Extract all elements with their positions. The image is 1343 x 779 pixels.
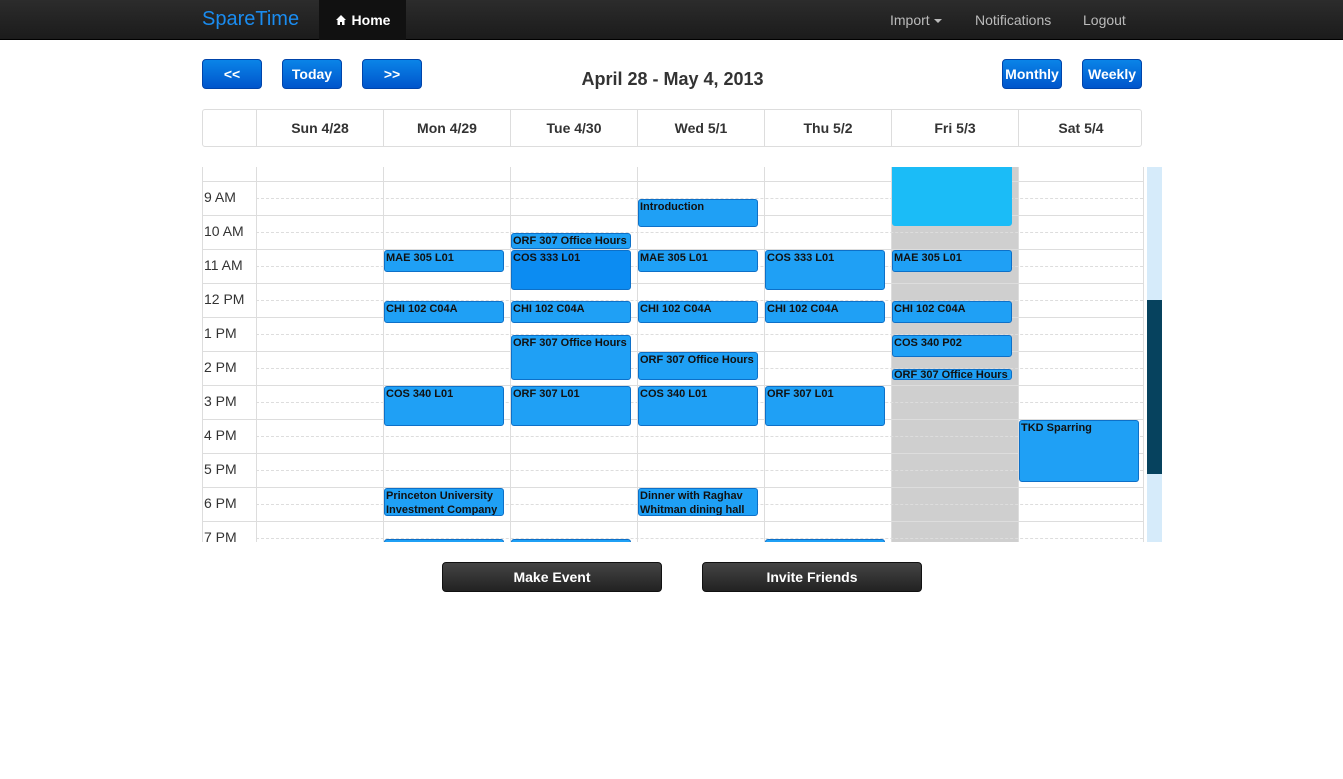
prev-week-button[interactable]: <<: [202, 59, 262, 89]
day-header-sat: Sat 5/4: [1018, 110, 1143, 146]
day-header-wed: Wed 5/1: [637, 110, 764, 146]
day-header-mon: Mon 4/29: [383, 110, 510, 146]
calendar-event[interactable]: MAE 305 L01: [892, 250, 1012, 272]
time-label: 2 PM: [204, 359, 237, 375]
next-week-button[interactable]: >>: [362, 59, 422, 89]
time-label: 11 AM: [204, 257, 243, 273]
time-label: 12 PM: [204, 291, 245, 307]
time-label: 4 PM: [204, 427, 237, 443]
logout-link[interactable]: Logout: [1083, 0, 1126, 40]
calendar-event[interactable]: COS 340 L01: [384, 386, 504, 426]
time-label: 9 AM: [204, 189, 236, 205]
import-label: Import: [890, 12, 930, 28]
day-header-thu: Thu 5/2: [764, 110, 891, 146]
calendar-event[interactable]: CHI 102 C04A: [638, 301, 758, 323]
hour-line: [203, 453, 1143, 454]
calendar-event[interactable]: [892, 167, 1012, 226]
calendar-scrollbar-thumb[interactable]: [1147, 300, 1162, 474]
calendar-event[interactable]: MAE 305 L01: [384, 250, 504, 272]
calendar-event[interactable]: ORF 307 Office Hours: [511, 233, 631, 249]
time-label: 10 AM: [204, 223, 244, 239]
calendar-event[interactable]: [384, 539, 504, 542]
home-icon: [335, 15, 346, 25]
calendar-event[interactable]: [511, 539, 631, 542]
notifications-link[interactable]: Notifications: [975, 0, 1051, 40]
time-label: 1 PM: [204, 325, 237, 341]
calendar-event[interactable]: [765, 539, 885, 542]
column-divider: [764, 167, 765, 542]
time-label: 7 PM: [204, 529, 237, 542]
calendar-event[interactable]: COS 333 L01: [765, 250, 885, 290]
time-label: 3 PM: [204, 393, 237, 409]
column-divider: [256, 167, 257, 542]
half-hour-line: [256, 436, 1143, 437]
calendar-event[interactable]: CHI 102 C04A: [384, 301, 504, 323]
hour-line: [203, 521, 1143, 522]
calendar-event[interactable]: ORF 307 Office Hours: [638, 352, 758, 380]
calendar-event[interactable]: ORF 307 L01: [511, 386, 631, 426]
navbar: SpareTime Home Import Notifications Logo…: [0, 0, 1343, 40]
column-divider: [1018, 167, 1019, 542]
calendar-event[interactable]: MAE 305 L01: [638, 250, 758, 272]
calendar-event[interactable]: CHI 102 C04A: [765, 301, 885, 323]
today-button[interactable]: Today: [282, 59, 342, 89]
calendar-event[interactable]: COS 340 L01: [638, 386, 758, 426]
calendar-event[interactable]: Introduction: [638, 199, 758, 227]
brand-logo[interactable]: SpareTime: [202, 8, 299, 31]
column-divider: [383, 167, 384, 542]
calendar-event[interactable]: Princeton University Investment Company: [384, 488, 504, 516]
calendar-event[interactable]: CHI 102 C04A: [892, 301, 1012, 323]
calendar-event[interactable]: ORF 307 L01: [765, 386, 885, 426]
week-title: April 28 - May 4, 2013: [581, 69, 764, 89]
hour-line: [203, 283, 1143, 284]
day-header-sun: Sun 4/28: [256, 110, 383, 146]
invite-friends-button[interactable]: Invite Friends: [702, 562, 922, 592]
calendar-event[interactable]: COS 333 L01: [511, 250, 631, 290]
monthly-view-button[interactable]: Monthly: [1002, 59, 1062, 89]
calendar-event[interactable]: ORF 307 Office Hours: [892, 369, 1012, 380]
calendar-event[interactable]: ORF 307 Office Hours: [511, 335, 631, 380]
make-event-button[interactable]: Make Event: [442, 562, 662, 592]
caret-down-icon: [933, 19, 942, 24]
import-dropdown[interactable]: Import: [890, 0, 942, 40]
calendar-event[interactable]: COS 340 P02: [892, 335, 1012, 357]
time-label: 6 PM: [204, 495, 237, 511]
weekly-view-button[interactable]: Weekly: [1082, 59, 1142, 89]
half-hour-line: [256, 470, 1143, 471]
day-header-row: Sun 4/28 Mon 4/29 Tue 4/30 Wed 5/1 Thu 5…: [202, 109, 1142, 147]
calendar-event[interactable]: Dinner with Raghav Whitman dining hall: [638, 488, 758, 516]
calendar-event[interactable]: CHI 102 C04A: [511, 301, 631, 323]
day-header-tue: Tue 4/30: [510, 110, 637, 146]
nav-home-label: Home: [351, 12, 391, 28]
nav-home-tab[interactable]: Home: [319, 0, 406, 40]
time-label: 5 PM: [204, 461, 237, 477]
calendar-event[interactable]: TKD Sparring: [1019, 420, 1139, 482]
calendar-grid[interactable]: 9 AM 10 AM 11 AM 12 PM 1 PM 2 PM 3 PM 4 …: [202, 167, 1144, 542]
day-header-fri: Fri 5/3: [891, 110, 1018, 146]
half-hour-line: [256, 232, 1143, 233]
